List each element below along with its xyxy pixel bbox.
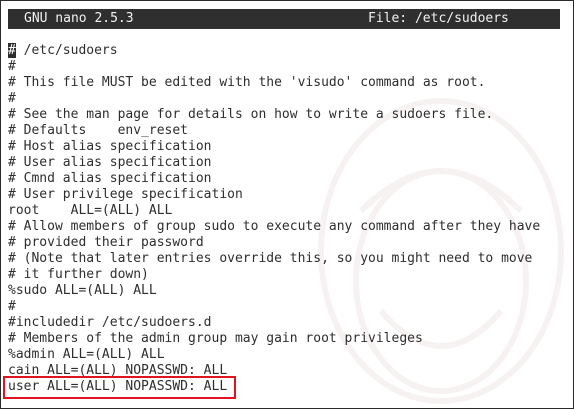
editor-line-text: /etc/sudoers <box>15 43 118 58</box>
editor-line: # provided their password <box>8 235 204 250</box>
editor-line: %admin ALL=(ALL) ALL <box>8 347 165 362</box>
editor-line: # User privilege specification <box>8 187 243 202</box>
editor-line: # Host alias specification <box>8 139 212 154</box>
editor-line: # Members of the admin group may gain ro… <box>8 331 423 346</box>
editor-line: # /etc/sudoers <box>8 43 564 59</box>
highlight-annotation-box <box>3 376 236 399</box>
editor-line: # it further down) <box>8 267 149 282</box>
editor-text-area[interactable]: # /etc/sudoers # # This file MUST be edi… <box>8 43 564 395</box>
editor-line: # Allow members of group sudo to execute… <box>8 219 541 234</box>
editor-line: root ALL=(ALL) ALL <box>8 203 173 218</box>
terminal-window: GNU nano 2.5.3 File: /etc/sudoers # /etc… <box>0 0 574 409</box>
editor-line: # User alias specification <box>8 155 212 170</box>
editor-line: # <box>8 299 16 314</box>
editor-line: # This file MUST be edited with the 'vis… <box>8 75 486 90</box>
editor-line: # See the man page for details on how to… <box>8 107 494 122</box>
text-cursor: # <box>8 43 16 58</box>
editor-line: %sudo ALL=(ALL) ALL <box>8 283 157 298</box>
nano-title-bar: GNU nano 2.5.3 File: /etc/sudoers <box>8 9 560 29</box>
file-title: File: /etc/sudoers <box>368 11 509 26</box>
editor-line: # <box>8 59 16 74</box>
app-title: GNU nano 2.5.3 <box>24 11 134 26</box>
editor-line: # (Note that later entries override this… <box>8 251 533 266</box>
editor-line: #includedir /etc/sudoers.d <box>8 315 212 330</box>
editor-line: # Cmnd alias specification <box>8 171 212 186</box>
editor-line: # <box>8 91 16 106</box>
editor-line: # Defaults env_reset <box>8 123 189 138</box>
